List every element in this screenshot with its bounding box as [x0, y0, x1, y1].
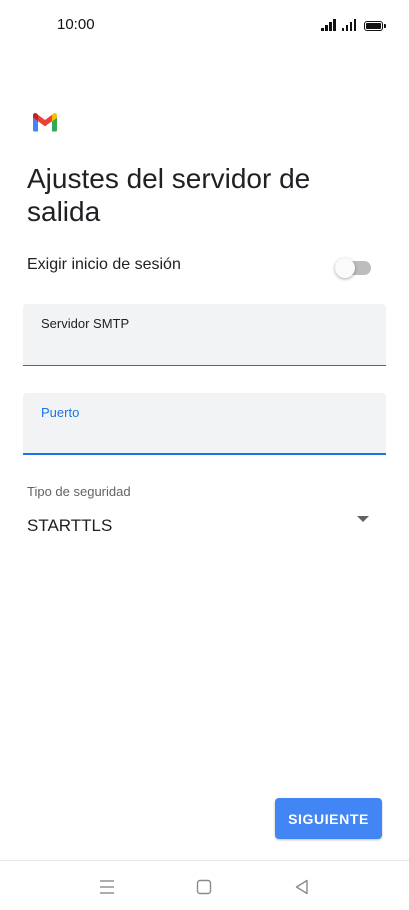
back-icon[interactable] — [291, 876, 313, 898]
require-login-row: Exigir inicio de sesión — [27, 250, 371, 280]
signal-icon — [321, 19, 336, 31]
security-type-label: Tipo de seguridad — [27, 484, 131, 499]
battery-icon — [364, 21, 386, 31]
status-icons — [321, 17, 386, 31]
security-type-select[interactable]: STARTTLS — [27, 506, 371, 544]
security-type-value: STARTTLS — [27, 516, 113, 535]
page-title: Ajustes del servidor de salida — [27, 163, 311, 227]
home-icon[interactable] — [193, 876, 215, 898]
navigation-bar — [0, 860, 409, 910]
port-input[interactable] — [41, 424, 366, 446]
menu-icon[interactable] — [96, 876, 118, 898]
status-bar: 10:00 — [0, 0, 409, 50]
port-label: Puerto — [41, 405, 80, 420]
status-time: 10:00 — [57, 16, 95, 33]
signal-icon — [341, 19, 356, 31]
require-login-toggle[interactable] — [335, 255, 371, 278]
gmail-logo-icon — [33, 112, 57, 132]
smtp-server-input[interactable] — [41, 335, 366, 357]
smtp-server-label: Servidor SMTP — [41, 316, 130, 331]
toggle-thumb — [335, 258, 355, 278]
port-field[interactable]: Puerto — [23, 393, 386, 455]
dropdown-arrow-icon — [357, 516, 369, 522]
require-login-label: Exigir inicio de sesión — [27, 256, 181, 273]
smtp-server-field[interactable]: Servidor SMTP — [23, 304, 386, 366]
next-button[interactable]: SIGUIENTE — [275, 798, 382, 839]
